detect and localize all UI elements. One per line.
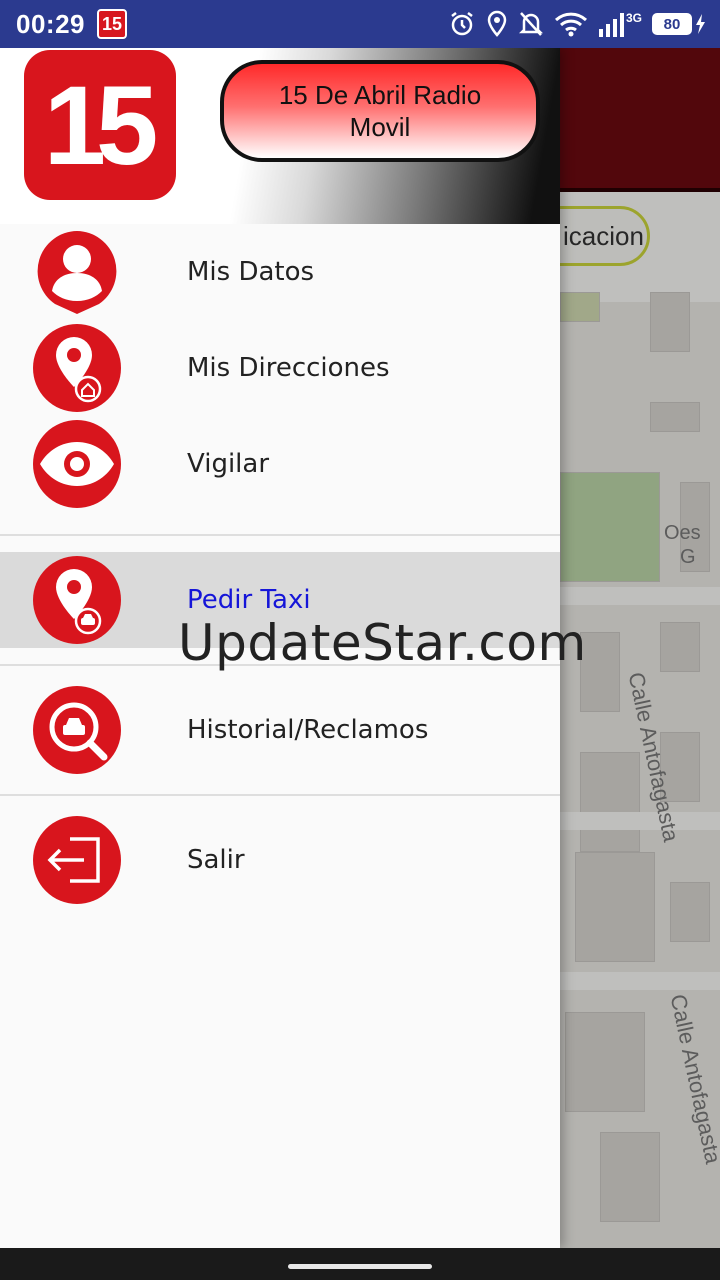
charging-icon bbox=[696, 14, 705, 34]
app-title-text: 15 De Abril Radio Movil bbox=[278, 80, 482, 142]
battery-level: 80 bbox=[652, 13, 692, 35]
network-type: 3G bbox=[625, 11, 642, 25]
logo-text: 15 bbox=[43, 62, 159, 188]
watermark: UpdateStar.com bbox=[178, 614, 587, 672]
battery-icon: 80 bbox=[652, 13, 706, 35]
signal-icon bbox=[598, 13, 624, 37]
menu-item-salir[interactable]: Salir bbox=[0, 812, 560, 908]
home-pin-icon bbox=[33, 324, 121, 412]
user-icon bbox=[37, 231, 117, 314]
status-icons: 3G 80 bbox=[448, 10, 706, 38]
logout-icon bbox=[33, 816, 121, 904]
menu-item-label: Pedir Taxi bbox=[187, 585, 311, 615]
menu-item-label: Mis Direcciones bbox=[187, 353, 390, 383]
eye-icon bbox=[33, 420, 121, 508]
status-bar: 00:29 15 3G 80 bbox=[0, 0, 720, 48]
wifi-icon bbox=[554, 12, 588, 37]
menu-item-label: Salir bbox=[187, 845, 245, 875]
status-time: 00:29 bbox=[16, 8, 85, 39]
drawer-menu: Mis Datos Mis Direcciones Vigilar Pedir … bbox=[0, 224, 560, 908]
taxi-pin-icon bbox=[33, 556, 121, 644]
app-title: 15 De Abril Radio Movil bbox=[220, 60, 540, 162]
menu-spacer bbox=[0, 778, 560, 794]
taxi-search-icon bbox=[33, 686, 121, 774]
location-icon bbox=[487, 10, 507, 37]
menu-item-label: Mis Datos bbox=[187, 257, 315, 287]
drawer-header: 15 15 De Abril Radio Movil bbox=[0, 48, 560, 224]
menu-item-label: Historial/Reclamos bbox=[187, 715, 429, 745]
system-nav-bar bbox=[0, 1248, 720, 1280]
alarm-icon bbox=[451, 12, 473, 36]
menu-item-historial-reclamos[interactable]: Historial/Reclamos bbox=[0, 682, 560, 778]
bell-off-icon bbox=[518, 12, 544, 36]
menu-spacer bbox=[0, 796, 560, 812]
signal-indicator: 3G bbox=[598, 11, 642, 37]
notification-app-icon: 15 bbox=[97, 9, 127, 39]
menu-item-label: Vigilar bbox=[187, 449, 270, 479]
menu-spacer bbox=[0, 512, 560, 534]
menu-spacer bbox=[0, 536, 560, 552]
menu-item-mis-direcciones[interactable]: Mis Direcciones bbox=[0, 320, 560, 416]
menu-item-vigilar[interactable]: Vigilar bbox=[0, 416, 560, 512]
home-gesture-handle[interactable] bbox=[288, 1264, 432, 1269]
menu-item-mis-datos[interactable]: Mis Datos bbox=[0, 224, 560, 320]
app-logo: 15 bbox=[24, 50, 176, 200]
